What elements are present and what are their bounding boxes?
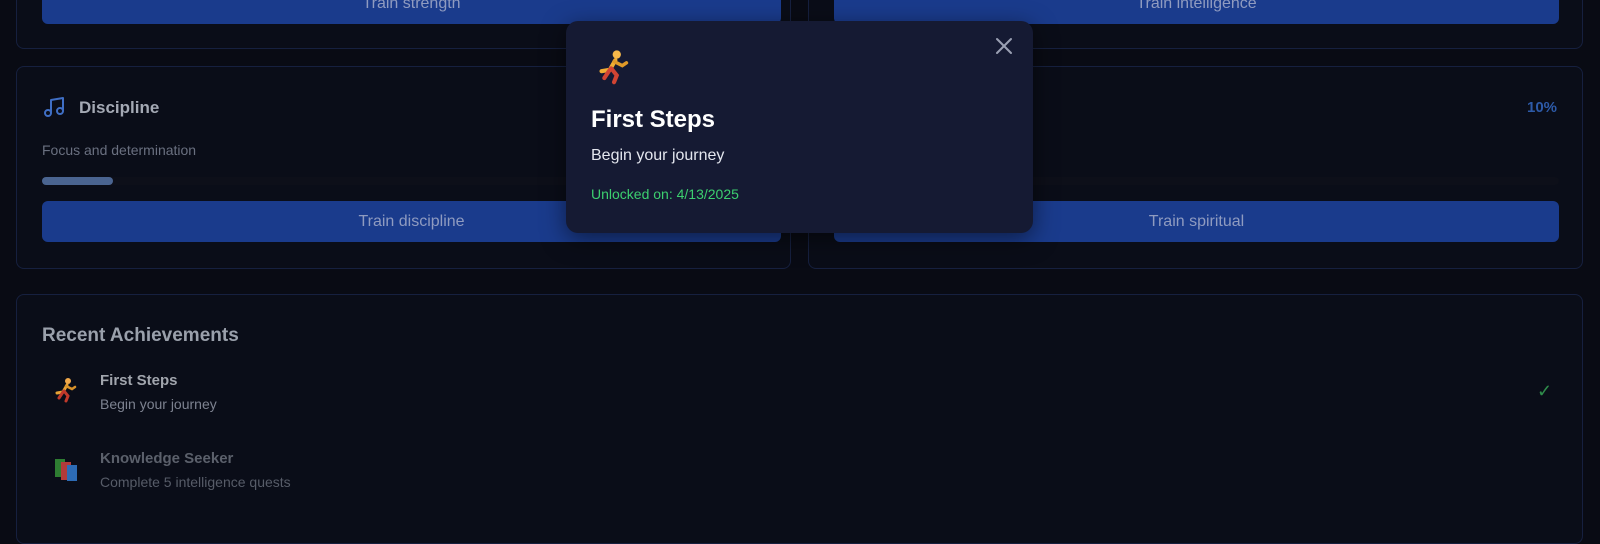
achievement-item[interactable]: First Steps Begin your journey ✓ [17, 363, 1584, 423]
achievement-item[interactable]: Knowledge Seeker Complete 5 intelligence… [17, 441, 1584, 501]
check-icon: ✓ [1537, 381, 1553, 401]
achievements-card: Recent Achievements First Steps Begin yo… [16, 294, 1583, 544]
modal-description: Begin your journey [591, 147, 725, 164]
modal-title: First Steps [591, 106, 716, 133]
discipline-title: Discipline [79, 98, 160, 117]
achievement-modal: First Steps Begin your journey Unlocked … [566, 21, 1033, 233]
music-note-icon [42, 95, 66, 124]
running-person-icon [596, 48, 632, 91]
spiritual-percent: 10% [1527, 99, 1558, 116]
close-icon[interactable] [992, 34, 1016, 58]
achievement-title: First Steps [100, 372, 178, 389]
books-icon [53, 457, 81, 488]
achievement-description: Complete 5 intelligence quests [100, 474, 291, 490]
running-person-icon [53, 377, 79, 408]
discipline-description: Focus and determination [42, 142, 197, 158]
achievements-heading: Recent Achievements [42, 325, 239, 346]
discipline-progress-fill [42, 177, 113, 185]
achievement-description: Begin your journey [100, 396, 217, 412]
modal-unlocked-date: Unlocked on: 4/13/2025 [591, 186, 739, 202]
achievement-title: Knowledge Seeker [100, 450, 234, 467]
